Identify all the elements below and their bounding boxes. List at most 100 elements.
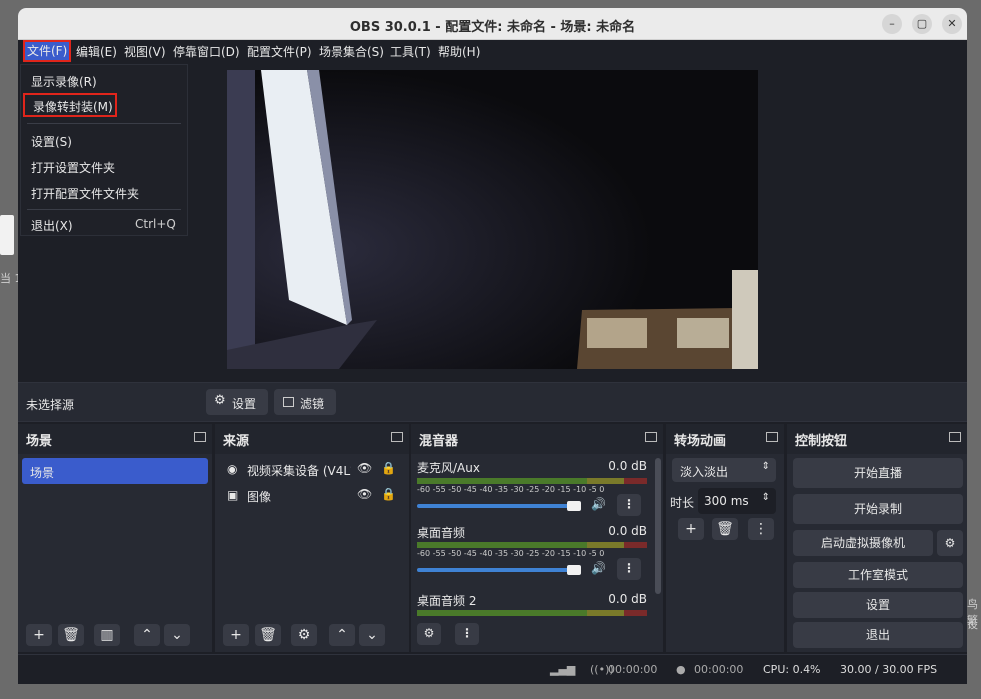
remove-source-button[interactable]: 🗑 xyxy=(255,624,281,646)
undock-icon[interactable] xyxy=(194,432,206,442)
title-bar: OBS 30.0.1 - 配置文件: 未命名 - 场景: 未命名 – ▢ ✕ xyxy=(18,8,967,40)
channel-name: 桌面音频 xyxy=(417,526,466,540)
menu-item-open-settings-folder[interactable]: 打开设置文件夹 xyxy=(31,159,115,176)
maximize-button[interactable]: ▢ xyxy=(912,14,932,34)
menu-item-remux[interactable]: 录像转封装(M) xyxy=(23,93,117,117)
source-item[interactable]: ▣ 图像 👁 🔒 xyxy=(219,484,405,508)
move-scene-up-button[interactable]: ⌃ xyxy=(134,624,160,646)
menu-profile[interactable]: 配置文件(P) xyxy=(247,43,312,60)
studio-mode-button[interactable]: 工作室模式 xyxy=(793,562,963,588)
channel-name: 麦克风/Aux xyxy=(417,461,480,475)
duration-label: 时长 xyxy=(670,496,695,510)
source-filters-label: 滤镜 xyxy=(300,397,325,411)
menu-item-settings[interactable]: 设置(S) xyxy=(31,133,72,150)
mixer-channel: 麦克风/Aux 0.0 dB -60 -55 -50 -45 -40 -35 -… xyxy=(411,456,655,522)
channel-menu-button[interactable]: ⋮ xyxy=(617,558,641,580)
channel-db: 0.0 dB xyxy=(608,524,647,538)
volume-slider[interactable] xyxy=(417,501,581,511)
start-virtual-camera-button[interactable]: 启动虚拟摄像机 xyxy=(793,530,933,556)
scenes-dock: 场景 场景 + 🗑 ▥ ⌃ ⌄ xyxy=(18,424,212,652)
minimize-button[interactable]: – xyxy=(882,14,902,34)
virtual-camera-settings-button[interactable]: ⚙ xyxy=(937,530,963,556)
move-scene-down-button[interactable]: ⌄ xyxy=(164,624,190,646)
menu-item-open-profile-folder[interactable]: 打开配置文件文件夹 xyxy=(31,185,139,202)
controls-dock: 控制按钮 开始直播 开始录制 启动虚拟摄像机 ⚙ 工作室模式 设置 退出 xyxy=(787,424,967,652)
video-preview[interactable] xyxy=(227,70,758,369)
scene-item-label: 场景 xyxy=(30,466,55,480)
desktop-file-icon[interactable] xyxy=(0,215,14,255)
updown-chevron-icon: ⇕ xyxy=(761,492,770,503)
speaker-icon[interactable]: 🔊 xyxy=(591,497,606,511)
source-settings-label: 设置 xyxy=(232,397,257,411)
transition-menu-button[interactable]: ⋮ xyxy=(748,518,774,540)
start-recording-button[interactable]: 开始录制 xyxy=(793,494,963,524)
visibility-eye-icon[interactable]: 👁 xyxy=(357,461,372,475)
mixer-menu-button[interactable]: ⋮ xyxy=(455,623,479,645)
meter-ticks: -60 -55 -50 -45 -40 -35 -30 -25 -20 -15 … xyxy=(417,485,605,494)
exit-button[interactable]: 退出 xyxy=(793,622,963,648)
sources-dock: 来源 ◉ 视频采集设备 (V4L2 👁 🔒 ▣ 图像 👁 🔒 + 🗑 ⚙ ⌃ ⌄ xyxy=(215,424,409,652)
gear-icon: ⚙ xyxy=(944,536,956,550)
background-text: 设 xyxy=(967,618,978,631)
channel-db: 0.0 dB xyxy=(608,592,647,606)
close-button[interactable]: ✕ xyxy=(942,14,962,34)
duration-spinbox[interactable]: 300 ms ⇕ xyxy=(698,488,776,514)
lock-icon[interactable]: 🔒 xyxy=(381,487,396,501)
menu-view[interactable]: 视图(V) xyxy=(124,43,166,60)
menu-bar: 文件(F) 编辑(E) 视图(V) 停靠窗口(D) 配置文件(P) 场景集合(S… xyxy=(18,40,967,62)
camera-icon: ◉ xyxy=(227,462,238,476)
channel-name: 桌面音频 2 xyxy=(417,594,477,608)
menu-item-show-recordings[interactable]: 显示录像(R) xyxy=(31,73,97,90)
undock-icon[interactable] xyxy=(766,432,778,442)
cpu-usage: CPU: 0.4% xyxy=(763,663,821,676)
channel-menu-button[interactable]: ⋮ xyxy=(617,494,641,516)
transitions-title-text: 转场动画 xyxy=(674,434,727,449)
source-properties-button[interactable]: ⚙ xyxy=(291,624,317,646)
add-source-button[interactable]: + xyxy=(223,624,249,646)
filter-icon xyxy=(283,397,294,407)
transition-select[interactable]: 淡入淡出 ⇕ xyxy=(672,458,776,482)
settings-button[interactable]: 设置 xyxy=(793,592,963,618)
move-source-down-button[interactable]: ⌄ xyxy=(359,624,385,646)
channel-db: 0.0 dB xyxy=(608,459,647,473)
undock-icon[interactable] xyxy=(949,432,961,442)
menu-file[interactable]: 文件(F) xyxy=(23,40,72,62)
menu-separator xyxy=(27,123,181,124)
remove-scene-button[interactable]: 🗑 xyxy=(58,624,84,646)
scene-item[interactable]: 场景 xyxy=(22,458,208,484)
slider-knob[interactable] xyxy=(567,501,581,511)
visibility-eye-icon[interactable]: 👁 xyxy=(357,487,372,501)
menu-scene-collection[interactable]: 场景集合(S) xyxy=(319,43,384,60)
slider-knob[interactable] xyxy=(567,565,581,575)
advanced-audio-settings-button[interactable]: ⚙ xyxy=(417,623,441,645)
volume-meter xyxy=(417,542,647,548)
add-transition-button[interactable]: + xyxy=(678,518,704,540)
lock-icon[interactable]: 🔒 xyxy=(381,461,396,475)
sources-title: 来源 xyxy=(215,424,409,454)
remove-transition-button[interactable]: 🗑 xyxy=(712,518,738,540)
transitions-dock: 转场动画 淡入淡出 ⇕ 时长 300 ms ⇕ + 🗑 ⋮ xyxy=(666,424,784,652)
volume-slider[interactable] xyxy=(417,565,581,575)
undock-icon[interactable] xyxy=(391,432,403,442)
mixer-title: 混音器 xyxy=(411,424,663,454)
source-item[interactable]: ◉ 视频采集设备 (V4L2 👁 🔒 xyxy=(219,458,405,482)
fps-counter: 30.00 / 30.00 FPS xyxy=(840,663,938,676)
undock-icon[interactable] xyxy=(645,432,657,442)
speaker-icon[interactable]: 🔊 xyxy=(591,561,606,575)
controls-title: 控制按钮 xyxy=(787,424,967,454)
move-source-up-button[interactable]: ⌃ xyxy=(329,624,355,646)
scene-filters-button[interactable]: ▥ xyxy=(94,624,120,646)
source-settings-button[interactable]: ⚙ 设置 xyxy=(206,389,268,415)
menu-tools[interactable]: 工具(T) xyxy=(390,43,431,60)
menu-item-exit[interactable]: 退出(X) xyxy=(31,217,73,234)
mixer-scrollbar[interactable] xyxy=(655,458,661,594)
menu-help[interactable]: 帮助(H) xyxy=(438,43,480,60)
record-icon: ● xyxy=(676,663,686,676)
add-scene-button[interactable]: + xyxy=(26,624,52,646)
mixer-channel: 桌面音频 2 0.0 dB xyxy=(411,592,655,620)
menu-edit[interactable]: 编辑(E) xyxy=(76,43,117,60)
gear-icon: ⚙ xyxy=(214,393,226,408)
start-streaming-button[interactable]: 开始直播 xyxy=(793,458,963,488)
menu-docks[interactable]: 停靠窗口(D) xyxy=(173,43,240,60)
source-filters-button[interactable]: 滤镜 xyxy=(274,389,336,415)
